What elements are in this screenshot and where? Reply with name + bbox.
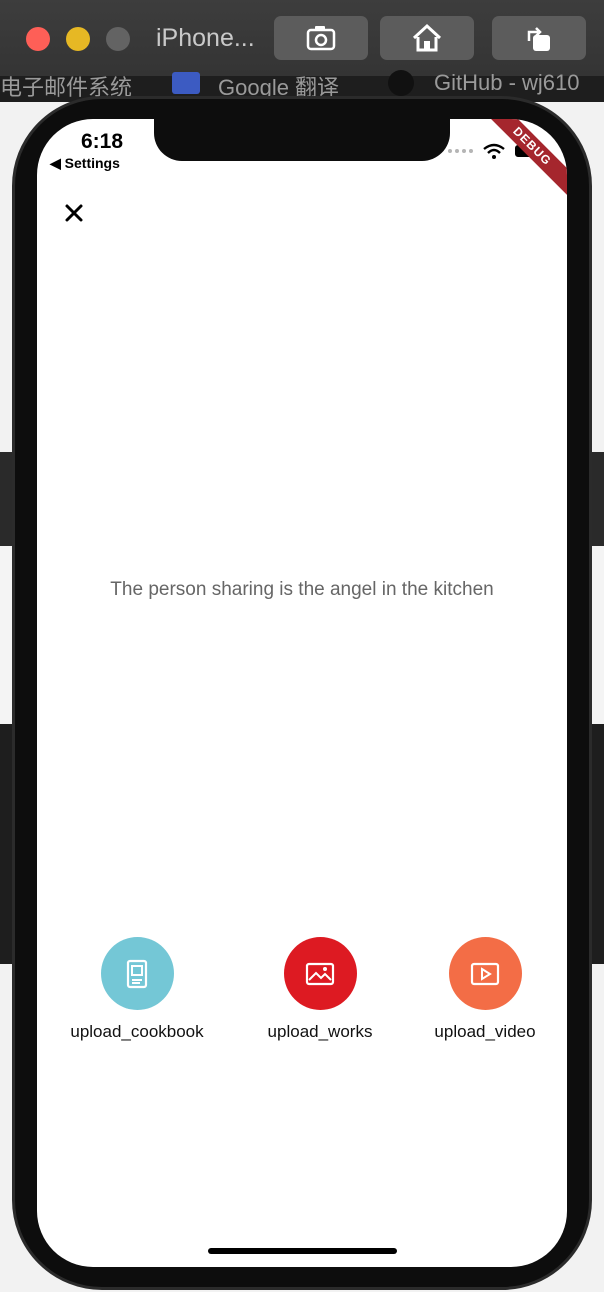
upload-video-label: upload_video	[434, 1022, 536, 1041]
cookbook-icon	[126, 959, 148, 988]
upload-cookbook-label: upload_cookbook	[70, 1022, 204, 1041]
close-window-button[interactable]	[26, 27, 50, 51]
upload-works-label: upload_works	[267, 1022, 373, 1041]
video-icon	[470, 962, 500, 985]
simulator-title-bar: iPhone...	[0, 0, 604, 76]
upload-video-button[interactable]: upload_video	[400, 937, 567, 1042]
upload-works-circle[interactable]	[283, 937, 357, 1010]
slogan-text: The person sharing is the angel in the k…	[110, 579, 494, 600]
app-screen: 6:18 ◀ Settings DEBUG The person sharing…	[37, 119, 567, 1267]
signal-icon	[448, 149, 473, 153]
close-icon[interactable]	[63, 202, 85, 224]
rotate-button[interactable]	[492, 16, 586, 60]
rotate-icon	[527, 27, 550, 51]
screenshot-button[interactable]	[274, 16, 368, 60]
home-button[interactable]	[380, 16, 474, 60]
upload-video-circle[interactable]	[448, 937, 522, 1010]
bookmark-github[interactable]: GitHub - wj610	[434, 70, 580, 96]
home-indicator[interactable]	[208, 1248, 397, 1254]
upload-cookbook-button[interactable]: upload_cookbook	[52, 937, 222, 1042]
screenshot-icon	[306, 26, 336, 51]
back-to-settings[interactable]: ◀ Settings	[50, 155, 120, 172]
status-time: 6:18	[81, 130, 124, 153]
google-translate-icon	[172, 72, 200, 94]
minimize-window-button[interactable]	[66, 27, 90, 51]
upload-works-button[interactable]: upload_works	[235, 937, 405, 1042]
window-title: iPhone...	[156, 24, 255, 52]
home-icon	[412, 23, 442, 52]
zoom-window-button[interactable]	[106, 27, 130, 51]
notch	[154, 119, 450, 161]
github-icon	[388, 70, 414, 96]
image-icon	[305, 962, 335, 985]
upload-cookbook-circle[interactable]	[100, 937, 174, 1010]
wifi-icon	[483, 143, 505, 159]
